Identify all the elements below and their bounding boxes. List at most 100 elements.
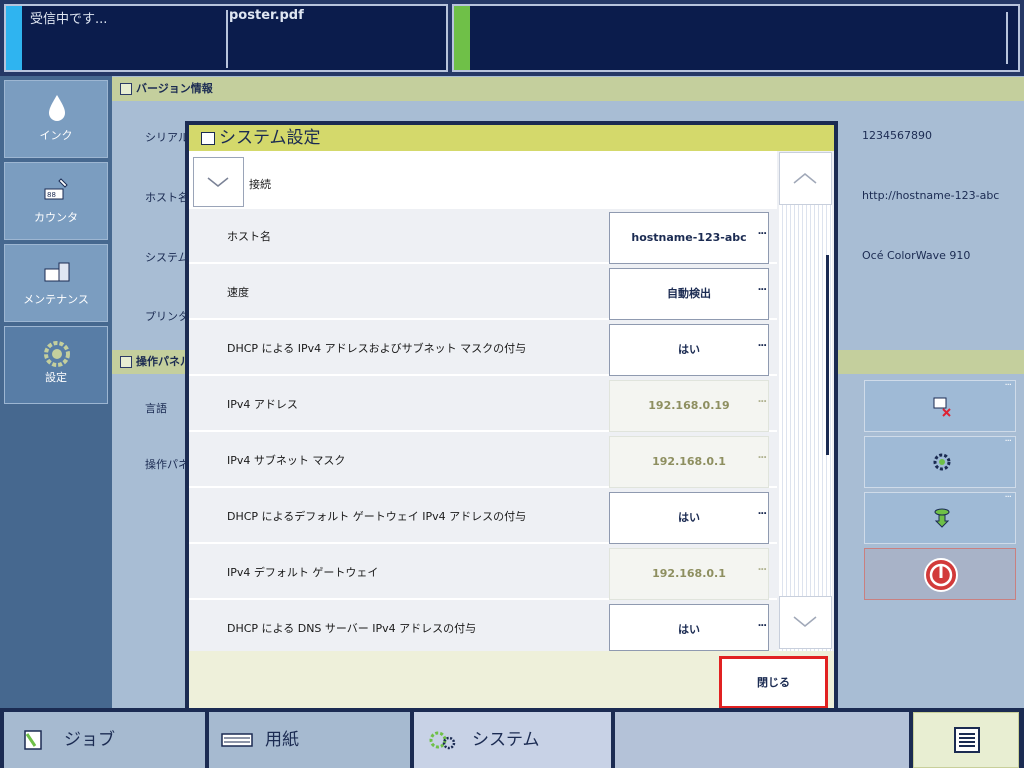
ipv4-address-value[interactable]: ... 192.168.0.19 bbox=[609, 380, 769, 432]
section-title: 接続 bbox=[249, 178, 271, 191]
setting-row: ホスト名 ... hostname-123-abc bbox=[189, 210, 777, 264]
setting-value: 192.168.0.19 bbox=[648, 399, 730, 412]
version-info-header: バージョン情報 bbox=[112, 77, 1024, 101]
hostname-value-button[interactable]: ... hostname-123-abc bbox=[609, 212, 769, 264]
tab-paper-label: 用紙 bbox=[265, 730, 299, 750]
ipv4-subnet-value[interactable]: ... 192.168.0.1 bbox=[609, 436, 769, 488]
counter-icon: 88 bbox=[44, 178, 68, 200]
scrollbar-thumb[interactable] bbox=[826, 255, 829, 455]
job-progress-stripe bbox=[6, 6, 22, 70]
setting-value: はい bbox=[678, 623, 700, 636]
more-dots: ... bbox=[757, 226, 767, 237]
tab-system-label: システム bbox=[472, 730, 540, 750]
section-collapse-button[interactable] bbox=[193, 157, 244, 207]
job-filename: poster.pdf bbox=[229, 8, 304, 23]
jobs-icon bbox=[24, 730, 42, 750]
tab-jobs[interactable]: ジョブ bbox=[4, 712, 205, 768]
ipv4-gateway-value[interactable]: ... 192.168.0.1 bbox=[609, 548, 769, 600]
bg-label-printer: プリンタ bbox=[145, 310, 189, 323]
bg-value-hostname: http://hostname-123-abc bbox=[862, 189, 1000, 202]
control-panel-title: 操作パネル bbox=[136, 355, 191, 368]
more-dots: ... bbox=[1004, 377, 1011, 388]
dhcp-dns-value-button[interactable]: ... はい bbox=[609, 604, 769, 651]
bg-label-language: 言語 bbox=[145, 402, 167, 415]
setting-label: DHCP による DNS サーバー IPv4 アドレスの付与 bbox=[227, 622, 477, 635]
nav-ink[interactable]: インク bbox=[4, 80, 108, 158]
setting-value: 192.168.0.1 bbox=[652, 567, 726, 580]
power-icon bbox=[924, 558, 958, 592]
settings-gear-icon bbox=[44, 341, 70, 367]
dialog-title: システム設定 bbox=[219, 128, 321, 148]
setting-value: はい bbox=[678, 511, 700, 524]
chevron-down-icon bbox=[793, 616, 817, 627]
tab-paper[interactable]: 用紙 bbox=[209, 712, 410, 768]
menu-list-icon bbox=[954, 727, 980, 753]
setting-value: はい bbox=[678, 343, 700, 356]
nav-maintenance[interactable]: メンテナンス bbox=[4, 244, 108, 322]
scrollbar-track[interactable] bbox=[779, 152, 832, 651]
more-dots: ... bbox=[757, 450, 767, 461]
menu-button[interactable] bbox=[913, 712, 1019, 768]
remote-disconnect-button[interactable]: ... bbox=[864, 377, 1016, 432]
setting-row: DHCP によるデフォルト ゲートウェイ IPv4 アドレスの付与 ... はい bbox=[189, 490, 777, 544]
nav-ink-label: インク bbox=[39, 129, 73, 142]
setting-row: DHCP による IPv4 アドレスおよびサブネット マスクの付与 ... はい bbox=[189, 322, 777, 376]
setting-row: IPv4 デフォルト ゲートウェイ ... 192.168.0.1 bbox=[189, 546, 777, 600]
more-dots: ... bbox=[1004, 433, 1011, 444]
more-dots: ... bbox=[757, 282, 767, 293]
paper-roll-icon bbox=[221, 733, 253, 747]
setting-value: 自動検出 bbox=[667, 287, 711, 300]
printer-status-stripe bbox=[454, 6, 470, 70]
close-button[interactable]: 閉じる bbox=[719, 656, 828, 709]
nav-counter[interactable]: 88 カウンタ bbox=[4, 162, 108, 240]
setting-label: IPv4 デフォルト ゲートウェイ bbox=[227, 566, 379, 579]
download-button[interactable]: ... bbox=[864, 489, 1016, 544]
setting-label: 速度 bbox=[227, 286, 249, 299]
more-dots: ... bbox=[757, 618, 767, 629]
pc-disconnect-icon bbox=[933, 397, 951, 417]
more-dots: ... bbox=[757, 506, 767, 517]
nav-counter-label: カウンタ bbox=[34, 211, 78, 224]
status-divider bbox=[1006, 12, 1008, 64]
setting-label: DHCP によるデフォルト ゲートウェイ IPv4 アドレスの付与 bbox=[227, 510, 527, 523]
bg-label-system: システム bbox=[145, 251, 189, 264]
bg-label-hostname: ホスト名 bbox=[145, 191, 189, 204]
svg-text:88: 88 bbox=[47, 191, 56, 199]
maintenance-icon bbox=[44, 262, 70, 282]
shutdown-button[interactable] bbox=[864, 548, 1016, 600]
setting-value: 192.168.0.1 bbox=[652, 455, 726, 468]
more-dots: ... bbox=[757, 562, 767, 573]
setting-label: IPv4 アドレス bbox=[227, 398, 298, 411]
scroll-up-button[interactable] bbox=[779, 152, 832, 205]
nav-settings-label: 設定 bbox=[45, 371, 67, 384]
chevron-up-icon bbox=[793, 173, 817, 184]
setting-label: ホスト名 bbox=[227, 230, 271, 243]
tab-jobs-label: ジョブ bbox=[64, 730, 115, 750]
setting-row: 速度 ... 自動検出 bbox=[189, 266, 777, 320]
status-divider bbox=[226, 10, 228, 68]
nav-maintenance-label: メンテナンス bbox=[23, 293, 89, 306]
dhcp-gateway-value-button[interactable]: ... はい bbox=[609, 492, 769, 544]
section-connection bbox=[189, 151, 777, 209]
dhcp-ipv4-value-button[interactable]: ... はい bbox=[609, 324, 769, 376]
setting-row: DHCP による DNS サーバー IPv4 アドレスの付与 ... はい bbox=[189, 602, 777, 651]
scroll-down-button[interactable] bbox=[779, 596, 832, 649]
setting-row: IPv4 アドレス ... 192.168.0.19 bbox=[189, 378, 777, 432]
speed-value-button[interactable]: ... 自動検出 bbox=[609, 268, 769, 320]
setting-value: hostname-123-abc bbox=[631, 231, 747, 244]
settings-gear-button[interactable]: ... bbox=[864, 433, 1016, 488]
setting-row: IPv4 サブネット マスク ... 192.168.0.1 bbox=[189, 434, 777, 488]
gears-icon bbox=[933, 453, 951, 471]
more-dots: ... bbox=[757, 338, 767, 349]
hand-icon bbox=[120, 83, 132, 95]
chevron-down-icon bbox=[207, 177, 229, 187]
version-info-title: バージョン情報 bbox=[136, 82, 213, 95]
tab-system[interactable]: システム bbox=[414, 712, 611, 768]
bg-label-panel: 操作パネ bbox=[145, 458, 189, 471]
bg-value-system: Océ ColorWave 910 bbox=[862, 249, 971, 262]
nav-settings[interactable]: 設定 bbox=[4, 326, 108, 404]
printer-status-box[interactable] bbox=[452, 4, 1020, 72]
hand-icon bbox=[201, 132, 215, 145]
bg-value-serial: 1234567890 bbox=[862, 129, 932, 142]
dialog-title-bar: システム設定 bbox=[189, 125, 834, 151]
